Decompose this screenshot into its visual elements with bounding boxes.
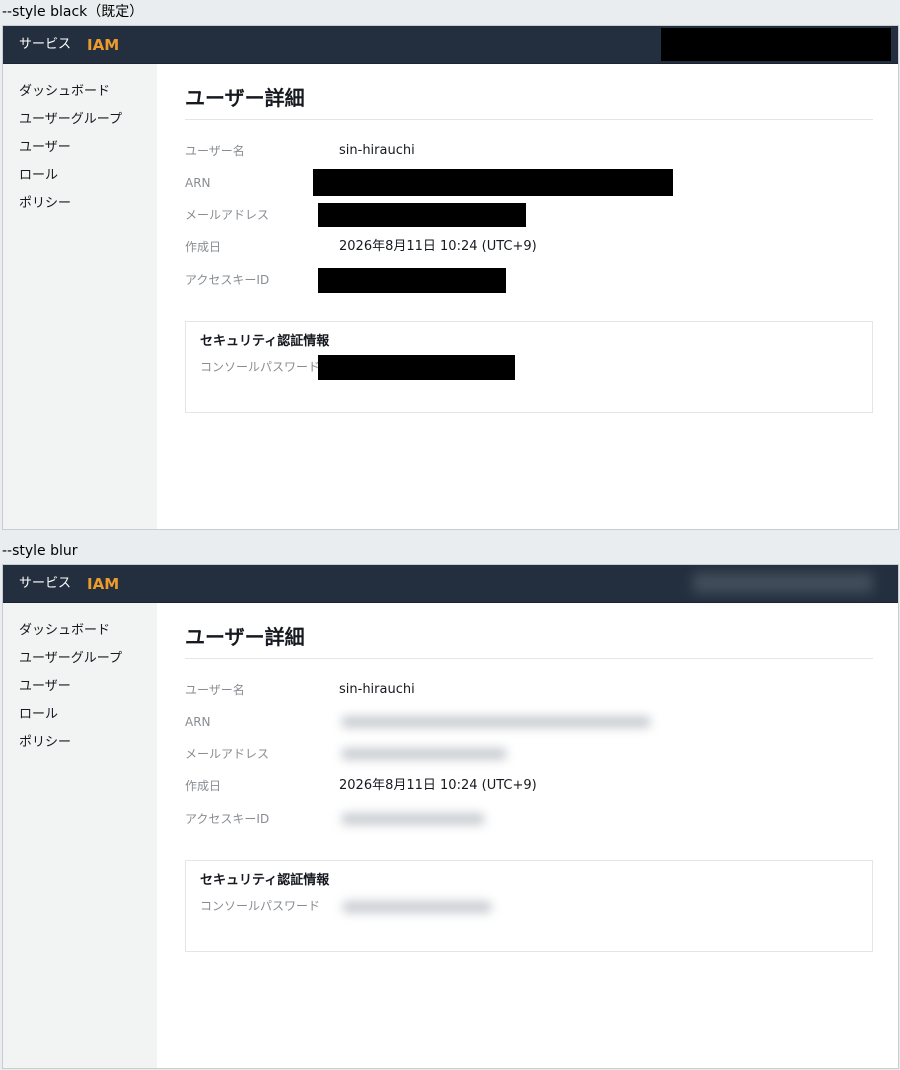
sidebar-item-user-groups[interactable]: ユーザーグループ	[3, 106, 157, 134]
caption-style-blur: --style blur	[2, 543, 78, 559]
console-panel-blur: サービス IAM ダッシュボード ユーザーグループ ユーザー ロール ポリシー …	[2, 564, 899, 1069]
top-nav-bar: サービス IAM	[3, 26, 898, 64]
arn-label: ARN	[185, 176, 211, 190]
email-label: メールアドレス	[185, 747, 270, 761]
credentials-heading: セキュリティ認証情報	[200, 334, 330, 349]
account-info-blurred	[693, 573, 873, 593]
sidebar: ダッシュボード ユーザーグループ ユーザー ロール ポリシー	[3, 603, 157, 1068]
field-username: ユーザー名 sin-hirauchi	[185, 678, 873, 702]
created-value: 2026年8月11日 10:24 (UTC+9)	[339, 239, 537, 254]
field-created: 作成日 2026年8月11日 10:24 (UTC+9)	[185, 235, 873, 259]
sidebar-item-dashboard[interactable]: ダッシュボード	[3, 78, 157, 106]
field-created: 作成日 2026年8月11日 10:24 (UTC+9)	[185, 774, 873, 798]
arn-value-blurred	[341, 716, 651, 728]
console-password-label: コンソールパスワード	[200, 899, 321, 913]
iam-brand: IAM	[87, 36, 120, 54]
sidebar-item-policies[interactable]: ポリシー	[3, 190, 157, 218]
services-menu-button[interactable]: サービス	[19, 26, 71, 64]
account-info-redacted	[661, 28, 891, 61]
created-value: 2026年8月11日 10:24 (UTC+9)	[339, 778, 537, 793]
sidebar-item-user-groups[interactable]: ユーザーグループ	[3, 645, 157, 673]
username-label: ユーザー名	[185, 144, 245, 158]
arn-value-redacted	[313, 169, 673, 196]
field-email: メールアドレス	[185, 203, 873, 227]
access-key-label: アクセスキーID	[185, 812, 270, 826]
page-title: ユーザー詳細	[185, 623, 873, 659]
sidebar-item-policies[interactable]: ポリシー	[3, 729, 157, 757]
field-access-key: アクセスキーID	[185, 807, 873, 831]
sidebar-item-roles[interactable]: ロール	[3, 701, 157, 729]
arn-label: ARN	[185, 715, 211, 729]
sidebar: ダッシュボード ユーザーグループ ユーザー ロール ポリシー	[3, 64, 157, 529]
console-panel-black: サービス IAM ダッシュボード ユーザーグループ ユーザー ロール ポリシー …	[2, 25, 899, 530]
field-email: メールアドレス	[185, 742, 873, 766]
field-username: ユーザー名 sin-hirauchi	[185, 139, 873, 163]
email-value-blurred	[341, 748, 507, 760]
username-value: sin-hirauchi	[339, 682, 415, 697]
email-label: メールアドレス	[185, 208, 270, 222]
sidebar-item-dashboard[interactable]: ダッシュボード	[3, 617, 157, 645]
top-nav-bar: サービス IAM	[3, 565, 898, 603]
access-key-value-redacted	[318, 268, 506, 293]
credentials-heading: セキュリティ認証情報	[200, 873, 330, 888]
username-value: sin-hirauchi	[339, 143, 415, 158]
sidebar-item-users[interactable]: ユーザー	[3, 673, 157, 701]
sidebar-item-roles[interactable]: ロール	[3, 162, 157, 190]
created-label: 作成日	[185, 240, 222, 254]
access-key-value-blurred	[341, 813, 485, 825]
console-password-redacted	[318, 355, 515, 380]
security-credentials-box: セキュリティ認証情報 コンソールパスワード	[185, 321, 873, 413]
page-title: ユーザー詳細	[185, 84, 873, 120]
created-label: 作成日	[185, 779, 222, 793]
security-credentials-box: セキュリティ認証情報 コンソールパスワード	[185, 860, 873, 952]
field-access-key: アクセスキーID	[185, 268, 873, 292]
caption-style-black: --style black（既定）	[2, 4, 144, 20]
access-key-label: アクセスキーID	[185, 273, 270, 287]
email-value-redacted	[318, 203, 526, 227]
iam-brand: IAM	[87, 575, 120, 593]
console-password-blurred	[342, 901, 492, 913]
username-label: ユーザー名	[185, 683, 245, 697]
sidebar-item-users[interactable]: ユーザー	[3, 134, 157, 162]
console-password-label: コンソールパスワード	[200, 360, 321, 374]
services-menu-button[interactable]: サービス	[19, 565, 71, 603]
